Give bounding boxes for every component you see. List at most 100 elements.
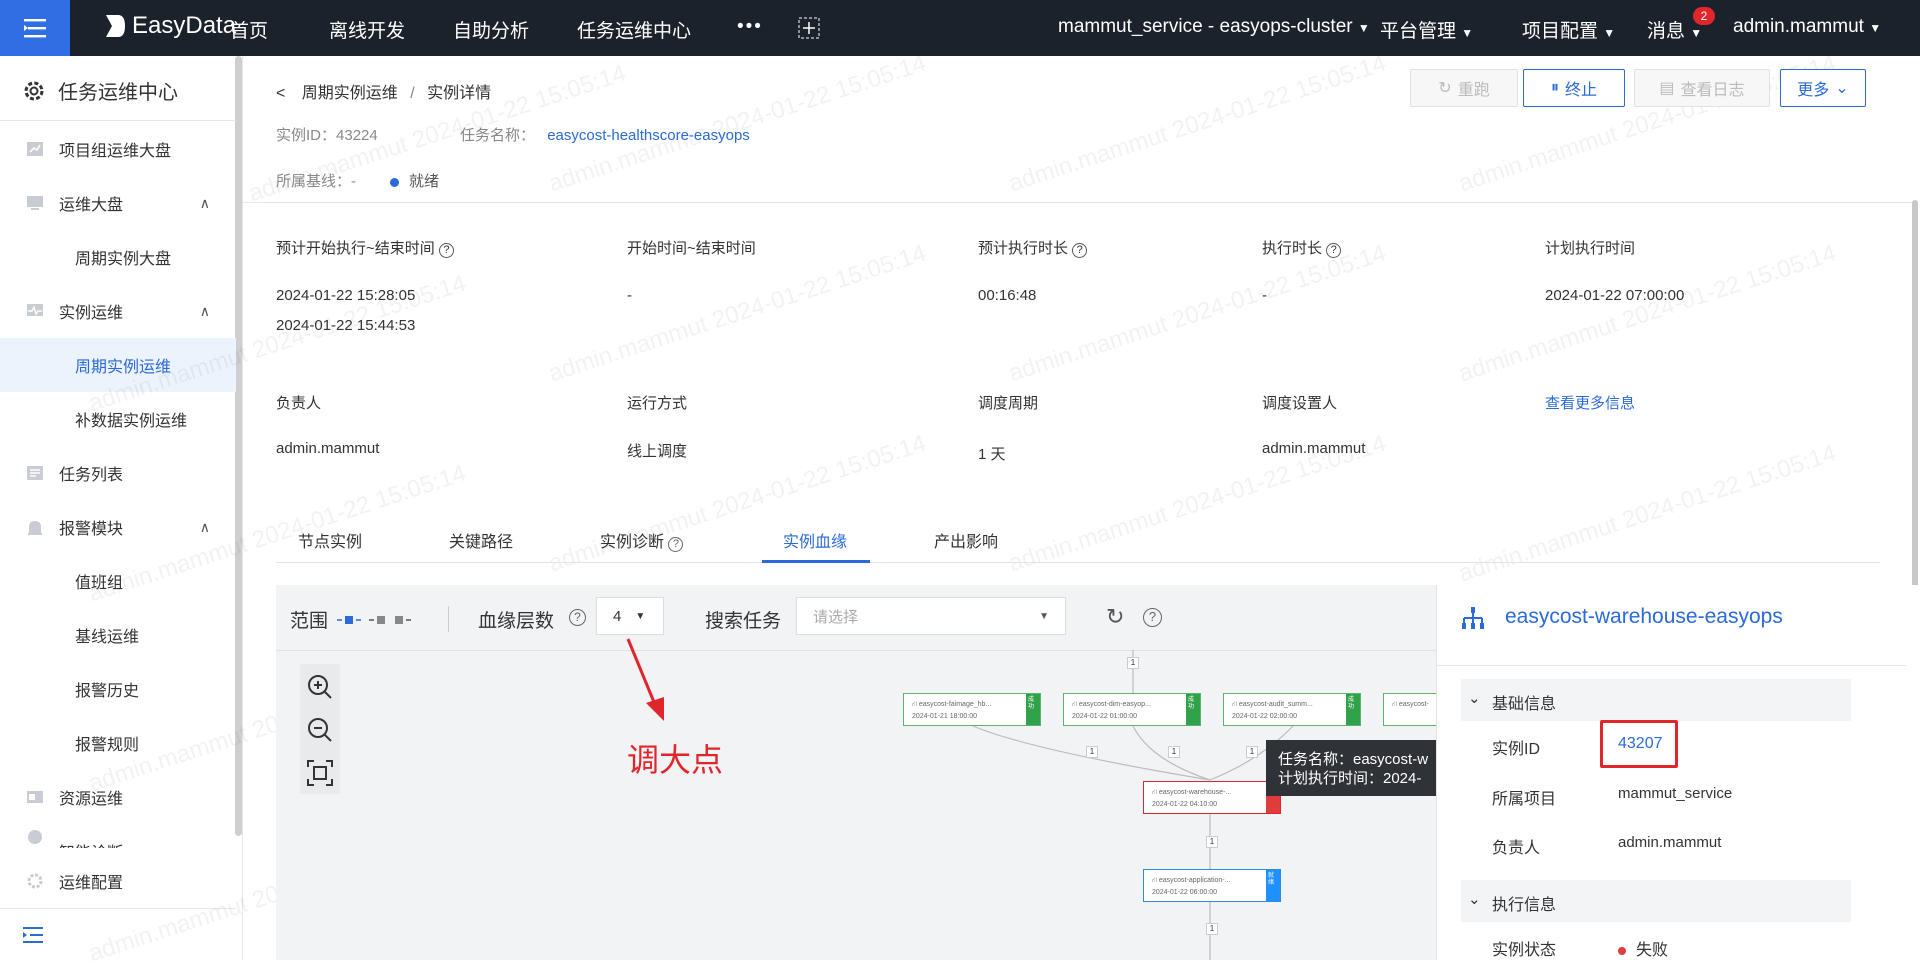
collapse-sidebar-icon[interactable] (22, 926, 44, 949)
divider (1436, 665, 1906, 666)
lineage-node-selected[interactable]: ⛙ easycost-warehouse-... 2024-01-22 04:1… (1143, 781, 1281, 814)
menu-toggle-button[interactable] (0, 0, 70, 56)
chevron-down-icon: ⌄ (1835, 80, 1849, 97)
sidebar-item-cycle-dashboard[interactable]: 周期实例大盘 (0, 232, 236, 282)
more-actions-button[interactable]: 更多 ⌄ (1780, 69, 1866, 107)
cycle-value: 1 天 (978, 446, 1006, 463)
search-task-select[interactable]: 请选择 ▼ (796, 597, 1066, 635)
scheduler-label: 调度设置人 (1262, 395, 1338, 412)
help-circle-icon[interactable]: ? (569, 609, 586, 626)
scope-selector[interactable] (337, 613, 417, 631)
platform-label: 平台管理 (1380, 21, 1457, 42)
help-circle-icon[interactable]: ? (1072, 243, 1088, 258)
sidebar-item-alarm[interactable]: 报警模块 ∧ (0, 502, 236, 552)
zoom-in-icon[interactable] (305, 672, 335, 702)
tab-instance-diagnosis[interactable]: 实例诊断 ? (600, 528, 684, 552)
duration-value: - (1262, 287, 1267, 304)
status-flag-success: 成功 (1186, 694, 1200, 725)
node-icon: ⛙ (912, 701, 917, 708)
fit-screen-icon[interactable] (305, 758, 335, 788)
tab-output-impact[interactable]: 产出影响 (934, 528, 998, 552)
sidebar-item-label: 运维配置 (59, 875, 124, 892)
node-time: 2024-01-22 02:00:00 (1232, 713, 1297, 720)
depth-value: 4 (613, 607, 622, 625)
flag-text: 成功 (1028, 697, 1035, 710)
zoom-out-icon[interactable] (305, 715, 335, 745)
lineage-node[interactable]: ⛙ easycost-faimage_hb... 2024-01-21 18:0… (903, 693, 1041, 726)
detail-project-value: mammut_service (1618, 785, 1733, 802)
breadcrumb-parent[interactable]: 周期实例运维 (302, 85, 398, 102)
nav-self-analysis[interactable]: 自助分析 (453, 16, 529, 43)
sidebar-item-ops-config[interactable]: 运维配置 (0, 856, 236, 906)
chevron-down-icon: ▼ (1603, 26, 1616, 40)
sidebar-item-ops-dashboard[interactable]: 运维大盘 ∧ (0, 178, 236, 228)
nav-task-ops-center[interactable]: 任务运维中心 (577, 16, 691, 43)
sidebar-item-resource-ops[interactable]: 资源运维 (0, 772, 236, 822)
sidebar-item-backfill-ops[interactable]: 补数据实例运维 (0, 394, 236, 444)
list-icon (27, 466, 43, 480)
refresh-icon[interactable]: ↻ (1106, 604, 1124, 630)
sidebar-item-duty-group[interactable]: 值班组 (0, 556, 236, 606)
platform-menu[interactable]: 平台管理 ▼ (1380, 16, 1473, 43)
active-tab-indicator (762, 560, 870, 563)
sidebar-item-label: 报警规则 (75, 737, 140, 754)
task-name-label: 任务名称： (460, 127, 536, 144)
task-name-link[interactable]: easycost-healthscore-easyops (547, 127, 750, 144)
sidebar-item-smart-diagnosis[interactable]: 智能诊断 (0, 826, 236, 848)
instance-id-row: 实例ID：43224 (276, 124, 378, 145)
lineage-tree-icon (1462, 607, 1484, 629)
top-navbar: EasyData 首页 离线开发 自助分析 任务运维中心 ••• mammut_… (0, 0, 1920, 56)
chevron-down-icon: ⌄ (1468, 690, 1481, 707)
stop-button[interactable]: ⏸ 终止 (1523, 69, 1625, 107)
sidebar-item-alarm-rules[interactable]: 报警规则 (0, 718, 236, 768)
app-logo[interactable]: EasyData (104, 12, 236, 40)
resource-icon (27, 791, 43, 803)
sidebar-item-cycle-instance-ops[interactable]: 周期实例运维 (0, 338, 236, 392)
back-chevron-icon[interactable]: < (276, 85, 285, 102)
lineage-node[interactable]: ⛙ easycost-audit_summ... 2024-01-22 02:0… (1223, 693, 1361, 726)
cluster-selector[interactable]: mammut_service - easyops-cluster ▼ (1058, 16, 1370, 38)
lineage-node[interactable]: ⛙ easycost-dim-easyop... 2024-01-22 01:0… (1063, 693, 1201, 726)
project-config-menu[interactable]: 项目配置 ▼ (1522, 16, 1615, 43)
owner-value: admin.mammut (276, 440, 380, 457)
chevron-up-icon: ∧ (199, 194, 210, 211)
sidebar-item-project-dashboard[interactable]: 项目组运维大盘 (0, 124, 236, 174)
sidebar-title: 任务运维中心 (22, 76, 178, 105)
help-circle-icon[interactable]: ? (438, 243, 454, 258)
help-circle-icon[interactable]: ? (1143, 608, 1162, 627)
view-more-info-link[interactable]: 查看更多信息 (1545, 392, 1635, 413)
sidebar-item-baseline-ops[interactable]: 基线运维 (0, 610, 236, 660)
view-log-button[interactable]: ▤ 查看日志 (1634, 69, 1770, 107)
node-time: 2024-01-22 01:00:00 (1072, 713, 1137, 720)
sidebar-item-task-list[interactable]: 任务列表 (0, 448, 236, 498)
nav-more-button[interactable]: ••• (737, 16, 763, 38)
lineage-node[interactable]: ⛙ easycost-application-... 2024-01-22 06… (1143, 869, 1281, 902)
sidebar-scrollbar[interactable] (235, 56, 242, 836)
node-name: easycost- (1398, 701, 1429, 708)
tab-instance-lineage[interactable]: 实例血缘 (783, 528, 847, 552)
add-window-icon[interactable] (798, 17, 820, 45)
nav-home[interactable]: 首页 (230, 16, 268, 43)
tab-node-instance[interactable]: 节点实例 (298, 528, 362, 552)
instance-id-label: 实例ID： (276, 127, 337, 144)
est-duration-label: 预计执行时长 ? (978, 237, 1088, 258)
caret-down-icon: ▼ (635, 610, 646, 622)
rerun-button[interactable]: ↻ 重跑 (1410, 69, 1518, 107)
detail-project-label: 所属项目 (1492, 791, 1557, 808)
sidebar-item-instance-ops[interactable]: 实例运维 ∧ (0, 286, 236, 336)
lineage-node[interactable]: ⛙ easycost- (1383, 693, 1436, 726)
sidebar-title-text: 任务运维中心 (58, 82, 178, 104)
exec-info-section-title: 执行信息 (1492, 897, 1557, 914)
chevron-down-icon: ⌄ (1468, 891, 1481, 908)
tab-critical-path[interactable]: 关键路径 (449, 528, 513, 552)
breadcrumb-separator: / (410, 85, 415, 102)
user-menu[interactable]: admin.mammut ▼ (1733, 16, 1881, 38)
sidebar-item-alarm-history[interactable]: 报警历史 (0, 664, 236, 714)
help-circle-icon[interactable]: ? (1326, 243, 1342, 258)
nav-offline-dev[interactable]: 离线开发 (329, 16, 405, 43)
depth-select[interactable]: 4 ▼ (596, 597, 664, 635)
detail-instance-id-link[interactable]: 43207 (1618, 735, 1663, 753)
help-circle-icon: ? (668, 537, 684, 552)
node-name: easycost-dim-easyop... (1078, 701, 1151, 708)
baseline-value: - (351, 173, 357, 190)
